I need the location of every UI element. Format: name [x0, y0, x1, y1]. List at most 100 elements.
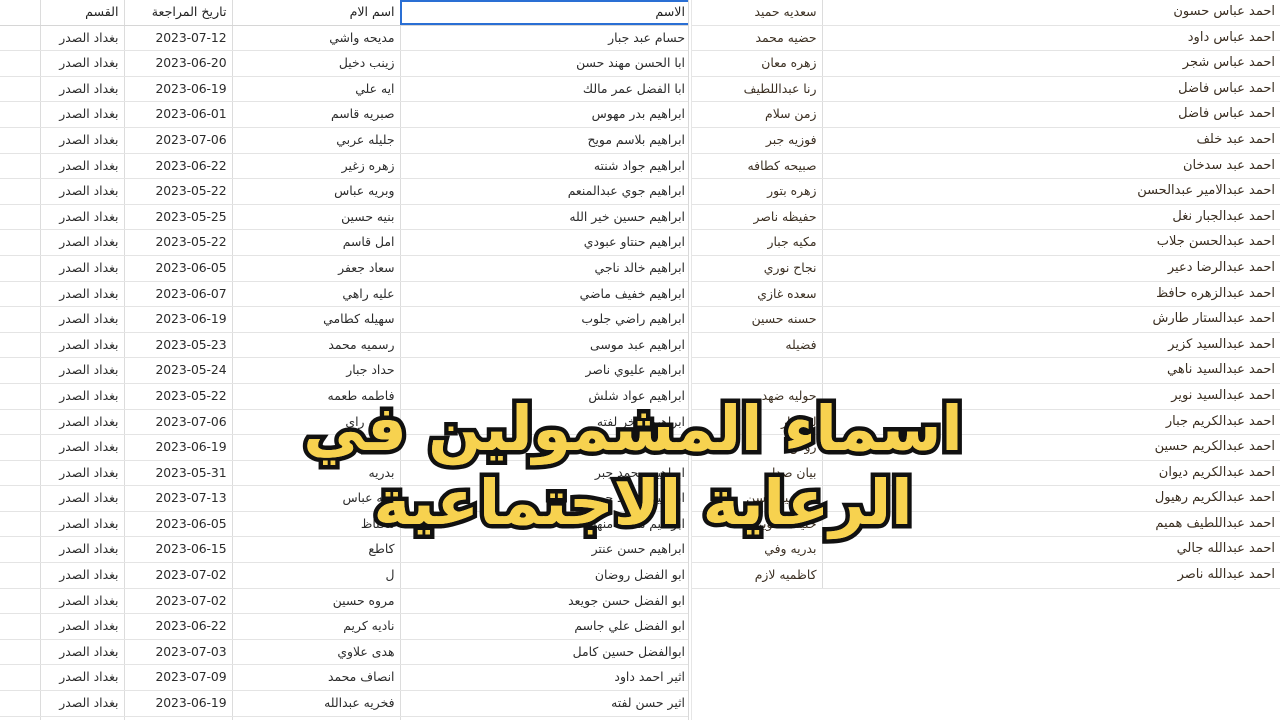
cell-department-11[interactable]: بغداد الصدر: [39, 306, 124, 333]
cell-date-17[interactable]: 2023-05-31: [123, 460, 232, 487]
cell-name-1[interactable]: ابا الحسن مهند حسن: [399, 50, 690, 77]
right-cell-name-19[interactable]: احمد عبدالكريم رهيول: [821, 485, 1280, 512]
cell-date-6[interactable]: 2023-05-22: [123, 178, 232, 205]
cell-name-13[interactable]: ابراهيم عليوي ناصر: [399, 357, 690, 384]
table-row[interactable]: ابراهيم حسن عنتر كاطع 2023-06-15 بغداد الصد…: [0, 536, 690, 564]
cell-department-9[interactable]: بغداد الصدر: [39, 255, 124, 282]
cell-department-27[interactable]: بغداد الصدر: [39, 716, 124, 720]
cell-department-20[interactable]: بغداد الصدر: [39, 536, 124, 564]
table-row[interactable]: ابراهيم جوي عبدالمنعم وبريه عباس 2023-05-2…: [0, 178, 690, 205]
cell-department-14[interactable]: بغداد الصدر: [39, 383, 124, 410]
right-cell-name-4[interactable]: احمد عباس فاضل: [821, 101, 1280, 128]
right-data-table[interactable]: احمد عباس حسون سعديه حميد احمد عباس داود حض…: [692, 0, 1280, 589]
cell-date-26[interactable]: 2023-06-19: [123, 690, 232, 717]
cell-mother-10[interactable]: عليه راهي: [231, 281, 400, 308]
table-row[interactable]: اثير راضي مزعلامل قاسم2023-07-04بغداد ال…: [0, 716, 690, 720]
cell-name-19[interactable]: ابراهيم محمد منهل: [399, 511, 690, 538]
table-row[interactable]: ابراهيم محمد جبر بدريه 2023-05-31 بغداد الص…: [0, 460, 690, 487]
cell-department-12[interactable]: بغداد الصدر: [39, 332, 124, 359]
spreadsheet-pane-right[interactable]: احمد عباس حسون سعديه حميد احمد عباس داود حض…: [692, 0, 1280, 720]
cell-mother-16[interactable]: سناء: [231, 434, 400, 461]
cell-name-27[interactable]: اثير راضي مزعل: [399, 716, 690, 720]
header-cell-department[interactable]: القسم: [39, 0, 124, 26]
cell-name-8[interactable]: ابراهيم حنتاو عبودي: [399, 229, 690, 256]
right-cell-name-8[interactable]: احمد عبدالجبار نغل: [821, 204, 1280, 231]
table-row[interactable]: احمد عباس فاضل زمن سلام: [692, 101, 1280, 128]
cell-date-14[interactable]: 2023-05-22: [123, 383, 232, 410]
cell-department-6[interactable]: بغداد الصدر: [39, 178, 124, 205]
cell-department-13[interactable]: بغداد الصدر: [39, 357, 124, 384]
table-row[interactable]: ابراهيم راضي جلوب سهيله كطامي 2023-06-19 بغ…: [0, 306, 690, 333]
table-row[interactable]: احمد عبدالجبار نغل حفيظه ناصر: [692, 204, 1280, 231]
table-row[interactable]: حسام عبد جبار مدیحه واشي 2023-07-12 بغداد ا…: [0, 25, 690, 52]
cell-mother-22[interactable]: مروه حسين: [231, 588, 400, 615]
right-cell-name-18[interactable]: احمد عبدالكريم ديوان: [821, 460, 1280, 487]
cell-mother-18[interactable]: نجه عباس: [231, 485, 400, 512]
table-row[interactable]: ابو الفضل روضان ل 2023-07-02 بغداد الصدر: [0, 562, 690, 589]
cell-date-23[interactable]: 2023-06-22: [123, 613, 232, 640]
right-cell-name-13[interactable]: احمد عبدالسيد كزير: [821, 332, 1280, 359]
cell-department-16[interactable]: بغداد الصدر: [39, 434, 124, 461]
table-row[interactable]: ابراهيم خفيف ماضي عليه راهي 2023-06-07 بغدا…: [0, 281, 690, 308]
cell-mother-6[interactable]: وبريه عباس: [231, 178, 400, 205]
right-cell-mother-0[interactable]: سعديه حميد: [692, 0, 822, 26]
cell-name-16[interactable]: ابراهيم محمد عبيد: [399, 434, 690, 461]
cell-department-5[interactable]: بغداد الصدر: [39, 153, 124, 180]
table-row[interactable]: احمد عباس داود حضيه محمد: [692, 25, 1280, 52]
cell-date-4[interactable]: 2023-07-06: [123, 127, 232, 154]
table-row[interactable]: احمد عبدالله ناصر كاظميه لازم: [692, 562, 1280, 589]
cell-name-14[interactable]: ابراهيم عواد شلش: [399, 383, 690, 410]
cell-name-6[interactable]: ابراهيم جوي عبدالمنعم: [399, 178, 690, 205]
cell-date-13[interactable]: 2023-05-24: [123, 357, 232, 384]
right-cell-name-1[interactable]: احمد عباس داود: [821, 25, 1280, 52]
cell-department-1[interactable]: بغداد الصدر: [39, 50, 124, 77]
cell-department-21[interactable]: بغداد الصدر: [39, 562, 124, 589]
table-row[interactable]: احمد عبدالامير عبدالحسن زهره بتور: [692, 178, 1280, 205]
cell-date-21[interactable]: 2023-07-02: [123, 562, 232, 589]
cell-mother-11[interactable]: سهيله كطامي: [231, 306, 400, 333]
right-cell-name-21[interactable]: احمد عبدالله جالي: [821, 536, 1280, 564]
cell-mother-27[interactable]: امل قاسم: [231, 716, 400, 720]
left-table-body[interactable]: حسام عبد جبار مدیحه واشي 2023-07-12 بغداد ا…: [0, 25, 690, 720]
cell-date-18[interactable]: 2023-07-13: [123, 485, 232, 512]
table-row[interactable]: ابراهيم محمد جوي نجه عباس 2023-07-13 بغداد …: [0, 485, 690, 512]
cell-mother-5[interactable]: زهره زغير: [231, 153, 400, 180]
cell-mother-26[interactable]: فخريه عبدالله: [231, 690, 400, 717]
cell-date-19[interactable]: 2023-06-05: [123, 511, 232, 538]
cell-mother-7[interactable]: بنيه حسين: [231, 204, 400, 231]
right-cell-mother-3[interactable]: رنا عبداللطيف: [692, 76, 822, 103]
right-cell-name-17[interactable]: احمد عبدالكريم حسين: [821, 434, 1280, 461]
table-row[interactable]: احمد عبدالحسن جلاب مكيه جبار: [692, 229, 1280, 256]
header-cell-review-date[interactable]: تاريخ المراجعة: [123, 0, 232, 26]
right-cell-mother-18[interactable]: بيان صدام: [692, 460, 822, 487]
cell-department-24[interactable]: بغداد الصدر: [39, 639, 124, 666]
cell-mother-3[interactable]: صبريه قاسم: [231, 101, 400, 128]
table-row[interactable]: احمد عباس حسون سعديه حميد: [692, 0, 1280, 26]
cell-department-0[interactable]: بغداد الصدر: [39, 25, 124, 52]
spreadsheet-pane-left[interactable]: الاسم اسم الام تاريخ المراجعة القسم حسام…: [0, 0, 690, 720]
cell-date-22[interactable]: 2023-07-02: [123, 588, 232, 615]
right-cell-mother-14[interactable]: [692, 357, 822, 384]
right-cell-mother-16[interactable]: له جبار: [692, 409, 822, 436]
right-cell-mother-9[interactable]: مكيه جبار: [692, 229, 822, 256]
right-cell-mother-6[interactable]: صبيحه كطافه: [692, 153, 822, 180]
table-row[interactable]: احمد عبدالكريم رهيول هاشميه حسن: [692, 485, 1280, 512]
right-cell-name-10[interactable]: احمد عبدالرضا دعير: [821, 255, 1280, 282]
right-cell-name-11[interactable]: احمد عبدالزهره حافظ: [821, 281, 1280, 308]
table-row[interactable]: ابراهيم محمد عبيد سناء 2023-06-19 بغداد الص…: [0, 434, 690, 461]
right-cell-name-22[interactable]: احمد عبدالله ناصر: [821, 562, 1280, 589]
cell-date-5[interactable]: 2023-06-22: [123, 153, 232, 180]
cell-mother-2[interactable]: ايه علي: [231, 76, 400, 103]
right-cell-mother-19[interactable]: هاشميه حسن: [692, 485, 822, 512]
table-row[interactable]: احمد عبدالسيد ناهي: [692, 357, 1280, 384]
cell-date-25[interactable]: 2023-07-09: [123, 664, 232, 692]
table-row[interactable]: ابو الفضل حسن جويعد مروه حسين 2023-07-02 بغ…: [0, 588, 690, 615]
table-row[interactable]: ابراهيم بلاسم مويح جليله عربي 2023-07-06 بغ…: [0, 127, 690, 154]
table-row[interactable]: احمد عبد سدخان صبيحه كطافه: [692, 153, 1280, 180]
right-cell-name-2[interactable]: احمد عباس شجر: [821, 50, 1280, 77]
cell-mother-19[interactable]: مختاظ: [231, 511, 400, 538]
right-cell-mother-5[interactable]: فوزيه جبر: [692, 127, 822, 154]
cell-name-3[interactable]: ابراهيم بدر مهوس: [399, 101, 690, 128]
cell-name-9[interactable]: ابراهيم خالد ناجي: [399, 255, 690, 282]
cell-name-20[interactable]: ابراهيم حسن عنتر: [399, 536, 690, 564]
